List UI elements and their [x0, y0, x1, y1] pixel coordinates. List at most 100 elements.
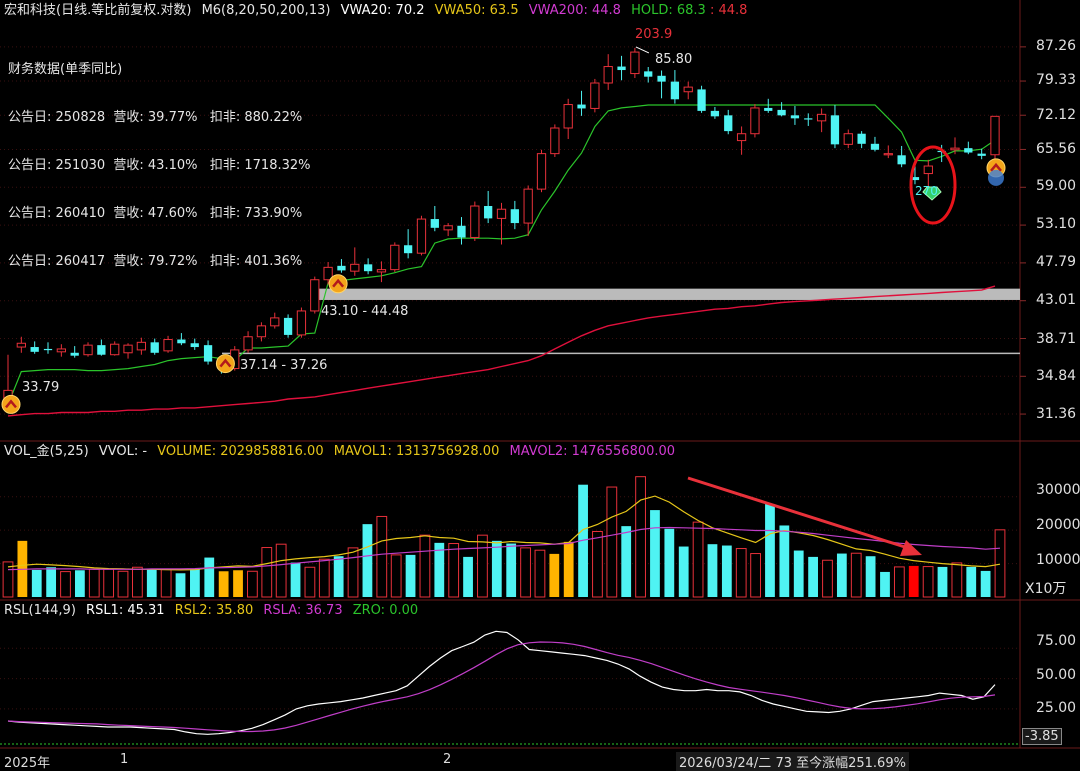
candle-body-down — [790, 115, 800, 119]
volume-label: VOL_金(5,25) — [4, 444, 89, 459]
volume-bar-down — [808, 556, 818, 597]
candle-body-up — [883, 153, 893, 156]
volume-bar-up — [477, 534, 488, 598]
candle-body-up — [136, 341, 147, 351]
footer-status[interactable]: 2026/03/24/二 73 至今涨幅251.69% — [676, 752, 909, 771]
candle-body-up — [536, 153, 547, 190]
candle-body-down — [577, 104, 586, 109]
candle-body-up — [736, 133, 747, 142]
mavol1-value: MAVOL1: 1313756928.00 — [333, 444, 500, 459]
financial-row: 公告日: 251030 营收: 43.10% 扣非: 1718.32% — [8, 158, 311, 173]
price-tick: 43.01 — [1036, 292, 1077, 308]
ma-label: M6(8,20,50,200,13) — [201, 3, 331, 18]
volume-bar-signal — [563, 541, 574, 597]
candle-body-down — [724, 115, 733, 132]
candle-body-down — [644, 71, 653, 77]
candle-body-down — [430, 219, 439, 228]
candle-body-up — [83, 344, 93, 356]
rsl2-value: RSL2: 35.80 — [174, 603, 254, 618]
volume-bar-down — [966, 566, 977, 597]
rsl-current-value: -3.85 — [1022, 728, 1062, 745]
volume-bar-down — [765, 504, 775, 597]
volume-bar-down — [707, 544, 718, 597]
mavol2-value: MAVOL2: 1476556800.00 — [509, 444, 676, 459]
candle-body-up — [923, 165, 933, 175]
candle-body-down — [190, 343, 199, 348]
volume-bar-down — [621, 526, 632, 597]
volume-bar-down — [664, 528, 675, 597]
candle-body-up — [523, 188, 533, 224]
footer-month-1: 1 — [120, 752, 129, 767]
volume-bar-down — [836, 553, 847, 597]
candle-body-up — [843, 133, 853, 145]
volume-bar-up — [117, 570, 129, 598]
candle-body-up — [256, 325, 267, 338]
volume-bar-up — [592, 530, 603, 598]
price-tick: 53.10 — [1036, 216, 1077, 232]
hold-extra-value: : 44.8 — [709, 3, 748, 18]
volume-bar-up — [103, 568, 115, 598]
volume-bar-up — [132, 566, 143, 598]
rsl-tick: 25.00 — [1036, 700, 1077, 716]
vvol-value: VVOL: - — [98, 444, 148, 459]
candle-body-up — [350, 263, 360, 272]
high-top-label: 203.9 — [635, 27, 673, 42]
candle-body-up — [56, 348, 66, 353]
candle-body-up — [496, 208, 507, 219]
candle-body-down — [203, 345, 213, 362]
volume-bar-up — [922, 566, 934, 598]
candle-body-up — [563, 104, 573, 129]
volume-bar-down — [506, 543, 517, 597]
candle-body-down — [804, 118, 813, 120]
price-tick: 59.00 — [1036, 178, 1077, 194]
volume-bar-up — [88, 568, 100, 598]
volume-bar-down — [46, 567, 57, 597]
zone1-label: 43.10 - 44.48 — [321, 304, 409, 319]
volume-bar-signal — [218, 571, 229, 597]
volume-bar-up — [318, 558, 330, 598]
candle-body-down — [657, 75, 666, 82]
hold-value: HOLD: 68.3 — [631, 3, 706, 18]
candle-body-down — [150, 342, 159, 353]
candle-body-down — [484, 206, 493, 219]
candle-body-down — [897, 155, 906, 165]
volume-bar-down — [362, 524, 373, 597]
volume-bar-down — [405, 554, 416, 597]
candle-body-up — [603, 66, 613, 84]
volume-bar-down — [678, 546, 689, 597]
candle-body-down — [510, 209, 519, 224]
candle-body-up — [950, 147, 960, 151]
candle-body-up — [16, 342, 26, 348]
volume-bar-up — [692, 521, 704, 598]
volume-bar-down — [880, 571, 890, 597]
volume-bar-signal — [549, 553, 560, 597]
volume-bar-up — [2, 561, 14, 598]
volume-bar-up — [304, 566, 316, 598]
candle-body-up — [470, 205, 480, 238]
volume-bar-down — [290, 562, 301, 597]
financial-row: 公告日: 260410 营收: 47.60% 扣非: 733.90% — [8, 206, 303, 221]
rsl-tick: 50.00 — [1036, 667, 1077, 683]
candle-body-down — [70, 352, 79, 356]
volume-bar-signal — [233, 570, 243, 597]
volume-bar-down — [937, 566, 948, 597]
volume-bar-down — [980, 570, 991, 597]
candle-body-down — [363, 264, 373, 272]
candle-body-up — [590, 82, 600, 109]
volume-bar-up — [750, 553, 761, 598]
financial-data-title: 财务数据(单季同比) — [8, 62, 123, 77]
volume-bar-down — [491, 540, 502, 597]
financial-row: 公告日: 250828 营收: 39.77% 扣非: 880.22% — [8, 110, 303, 125]
volume-bar-down — [146, 568, 157, 597]
candle-body-down — [670, 81, 680, 100]
financial-data-box: 财务数据(单季同比) 公告日: 250828 营收: 39.77% 扣非: 88… — [8, 30, 311, 286]
candle-body-down — [697, 89, 706, 111]
buy-signal-icon — [328, 274, 348, 294]
volume-bar-down — [204, 557, 215, 597]
stock-title: 宏和科技(日线.等比前复权.对数) — [4, 3, 192, 18]
price-tick: 47.79 — [1036, 254, 1077, 270]
candle-body-up — [990, 115, 1000, 156]
price-tick: 87.26 — [1036, 38, 1077, 54]
candle-body-up — [816, 113, 827, 122]
candle-body-up — [270, 317, 280, 327]
